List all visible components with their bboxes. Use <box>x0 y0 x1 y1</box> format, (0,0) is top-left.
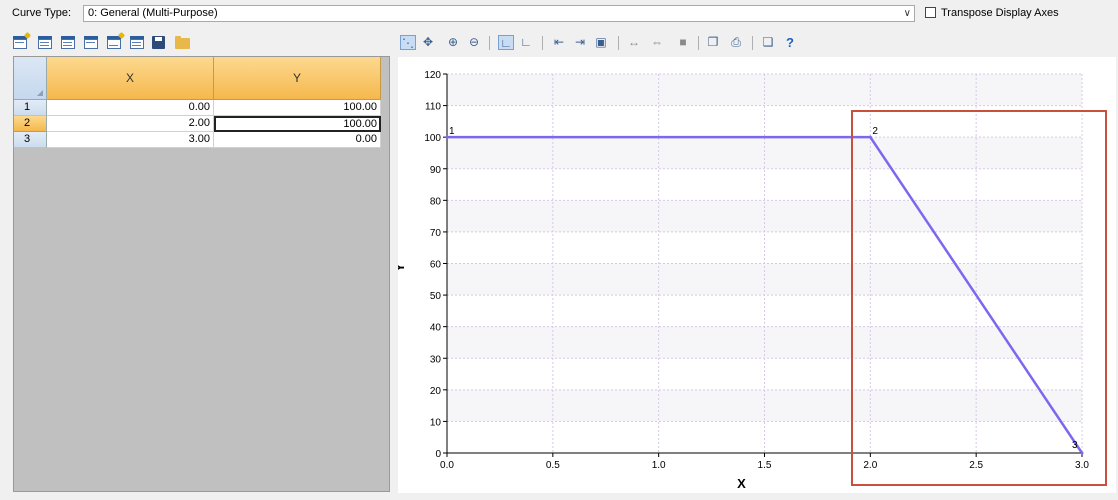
table-edit-icon[interactable] <box>107 31 126 49</box>
point-label: 3 <box>1072 440 1078 451</box>
y-tick-label: 0 <box>435 449 441 460</box>
expand-horizontal-icon[interactable]: ↔ <box>626 35 642 50</box>
add-row-icon[interactable] <box>13 31 32 49</box>
x-tick-label: 2.5 <box>969 460 983 471</box>
delete-row-icon[interactable] <box>61 36 75 49</box>
table-import-icon[interactable] <box>130 36 144 49</box>
transpose-axes-checkbox[interactable] <box>925 7 936 18</box>
point-label: 1 <box>449 126 455 137</box>
axis-label-alt-icon[interactable]: ∟ <box>518 35 534 50</box>
select-all-corner[interactable] <box>14 57 47 100</box>
cell-x[interactable]: 0.00 <box>47 100 214 116</box>
line-chart-icon[interactable]: ⋱ <box>400 35 416 50</box>
x-tick-label: 1.5 <box>758 460 772 471</box>
curve-type-dropdown[interactable]: 0: General (Multi-Purpose) ∨ <box>83 5 915 22</box>
y-tick-label: 40 <box>430 323 442 334</box>
y-tick-label: 60 <box>430 260 442 271</box>
table-row: 3 3.00 0.00 <box>14 132 389 148</box>
y-tick-label: 110 <box>425 102 441 113</box>
zoom-out-icon[interactable]: ⊖ <box>466 35 482 50</box>
insert-row-icon[interactable] <box>38 36 52 49</box>
window-icon[interactable]: ❏ <box>760 35 776 50</box>
x-axis-label: X <box>737 476 746 491</box>
table-row: 2 2.00 100.00 <box>14 116 389 132</box>
cell-y-selected[interactable]: 100.00 <box>214 116 381 132</box>
column-header-x[interactable]: X <box>47 57 214 100</box>
column-header-y[interactable]: Y <box>214 57 381 100</box>
align-left-icon[interactable]: ⇤ <box>551 35 567 50</box>
row-header[interactable]: 2 <box>14 116 47 132</box>
row-header[interactable]: 1 <box>14 100 47 116</box>
y-axis-label: Y <box>398 263 407 272</box>
cell-y[interactable]: 0.00 <box>214 132 381 148</box>
grid-header: X Y <box>14 57 389 101</box>
y-tick-label: 10 <box>430 417 442 428</box>
stop-icon[interactable]: ■ <box>675 35 691 50</box>
x-tick-label: 1.0 <box>652 460 666 471</box>
open-folder-icon[interactable] <box>175 36 190 49</box>
x-tick-label: 3.0 <box>1075 460 1089 471</box>
curve-type-label: Curve Type: <box>12 7 72 19</box>
y-tick-label: 70 <box>430 228 442 239</box>
grid-band <box>447 137 1082 169</box>
table-columns-icon[interactable] <box>84 36 98 49</box>
chart-panel: 0 10 20 30 40 50 60 70 80 90 100 110 120 0.0 0.5 1.0 1.5… <box>392 57 1116 493</box>
y-tick-label: 120 <box>424 70 441 81</box>
transpose-axes-label: Transpose Display Axes <box>941 7 1059 19</box>
fit-view-icon[interactable]: ▣ <box>593 35 609 50</box>
curve-type-value: 0: General (Multi-Purpose) <box>88 7 218 19</box>
x-tick-label: 0.5 <box>546 460 560 471</box>
curve-chart[interactable]: 0 10 20 30 40 50 60 70 80 90 100 110 120 0.0 0.5 1.0 1.5… <box>392 57 1116 493</box>
axis-label-icon[interactable]: ∟ <box>498 35 514 50</box>
data-grid: X Y 1 0.00 100.00 2 2.00 100.00 3 3.00 0… <box>13 56 390 492</box>
zoom-in-icon[interactable]: ⊕ <box>445 35 461 50</box>
row-header[interactable]: 3 <box>14 132 47 148</box>
y-tick-label: 100 <box>424 133 441 144</box>
table-row: 1 0.00 100.00 <box>14 100 389 116</box>
pan-icon[interactable]: ✥ <box>420 35 436 50</box>
curve-type-row: Curve Type: 0: General (Multi-Purpose) ∨… <box>0 0 1118 28</box>
y-tick-label: 50 <box>430 291 442 302</box>
chart-toolbar: ⋱ ✥ ⊕ ⊖ ∟ ∟ ⇤ ⇥ ▣ ↔ ⇔ ■ ❐ ⎙ ❏ ? <box>400 33 800 53</box>
help-icon[interactable]: ? <box>782 35 798 50</box>
cell-x[interactable]: 3.00 <box>47 132 214 148</box>
cell-y[interactable]: 100.00 <box>214 100 381 116</box>
shrink-horizontal-icon[interactable]: ⇔ <box>649 35 665 50</box>
cell-x[interactable]: 2.00 <box>47 116 214 132</box>
y-tick-label: 80 <box>430 196 442 207</box>
align-right-icon[interactable]: ⇥ <box>572 35 588 50</box>
chevron-down-icon[interactable]: ∨ <box>904 6 911 21</box>
y-tick-label: 90 <box>430 165 442 176</box>
print-icon[interactable]: ⎙ <box>728 35 744 50</box>
y-tick-label: 20 <box>430 386 442 397</box>
x-tick-label: 0.0 <box>440 460 454 471</box>
point-label: 2 <box>872 126 878 137</box>
grid-toolbar <box>13 31 213 52</box>
save-icon[interactable] <box>152 36 165 49</box>
copy-icon[interactable]: ❐ <box>705 35 721 50</box>
data-point <box>1080 451 1084 455</box>
y-tick-label: 30 <box>430 354 442 365</box>
x-tick-label: 2.0 <box>863 460 877 471</box>
